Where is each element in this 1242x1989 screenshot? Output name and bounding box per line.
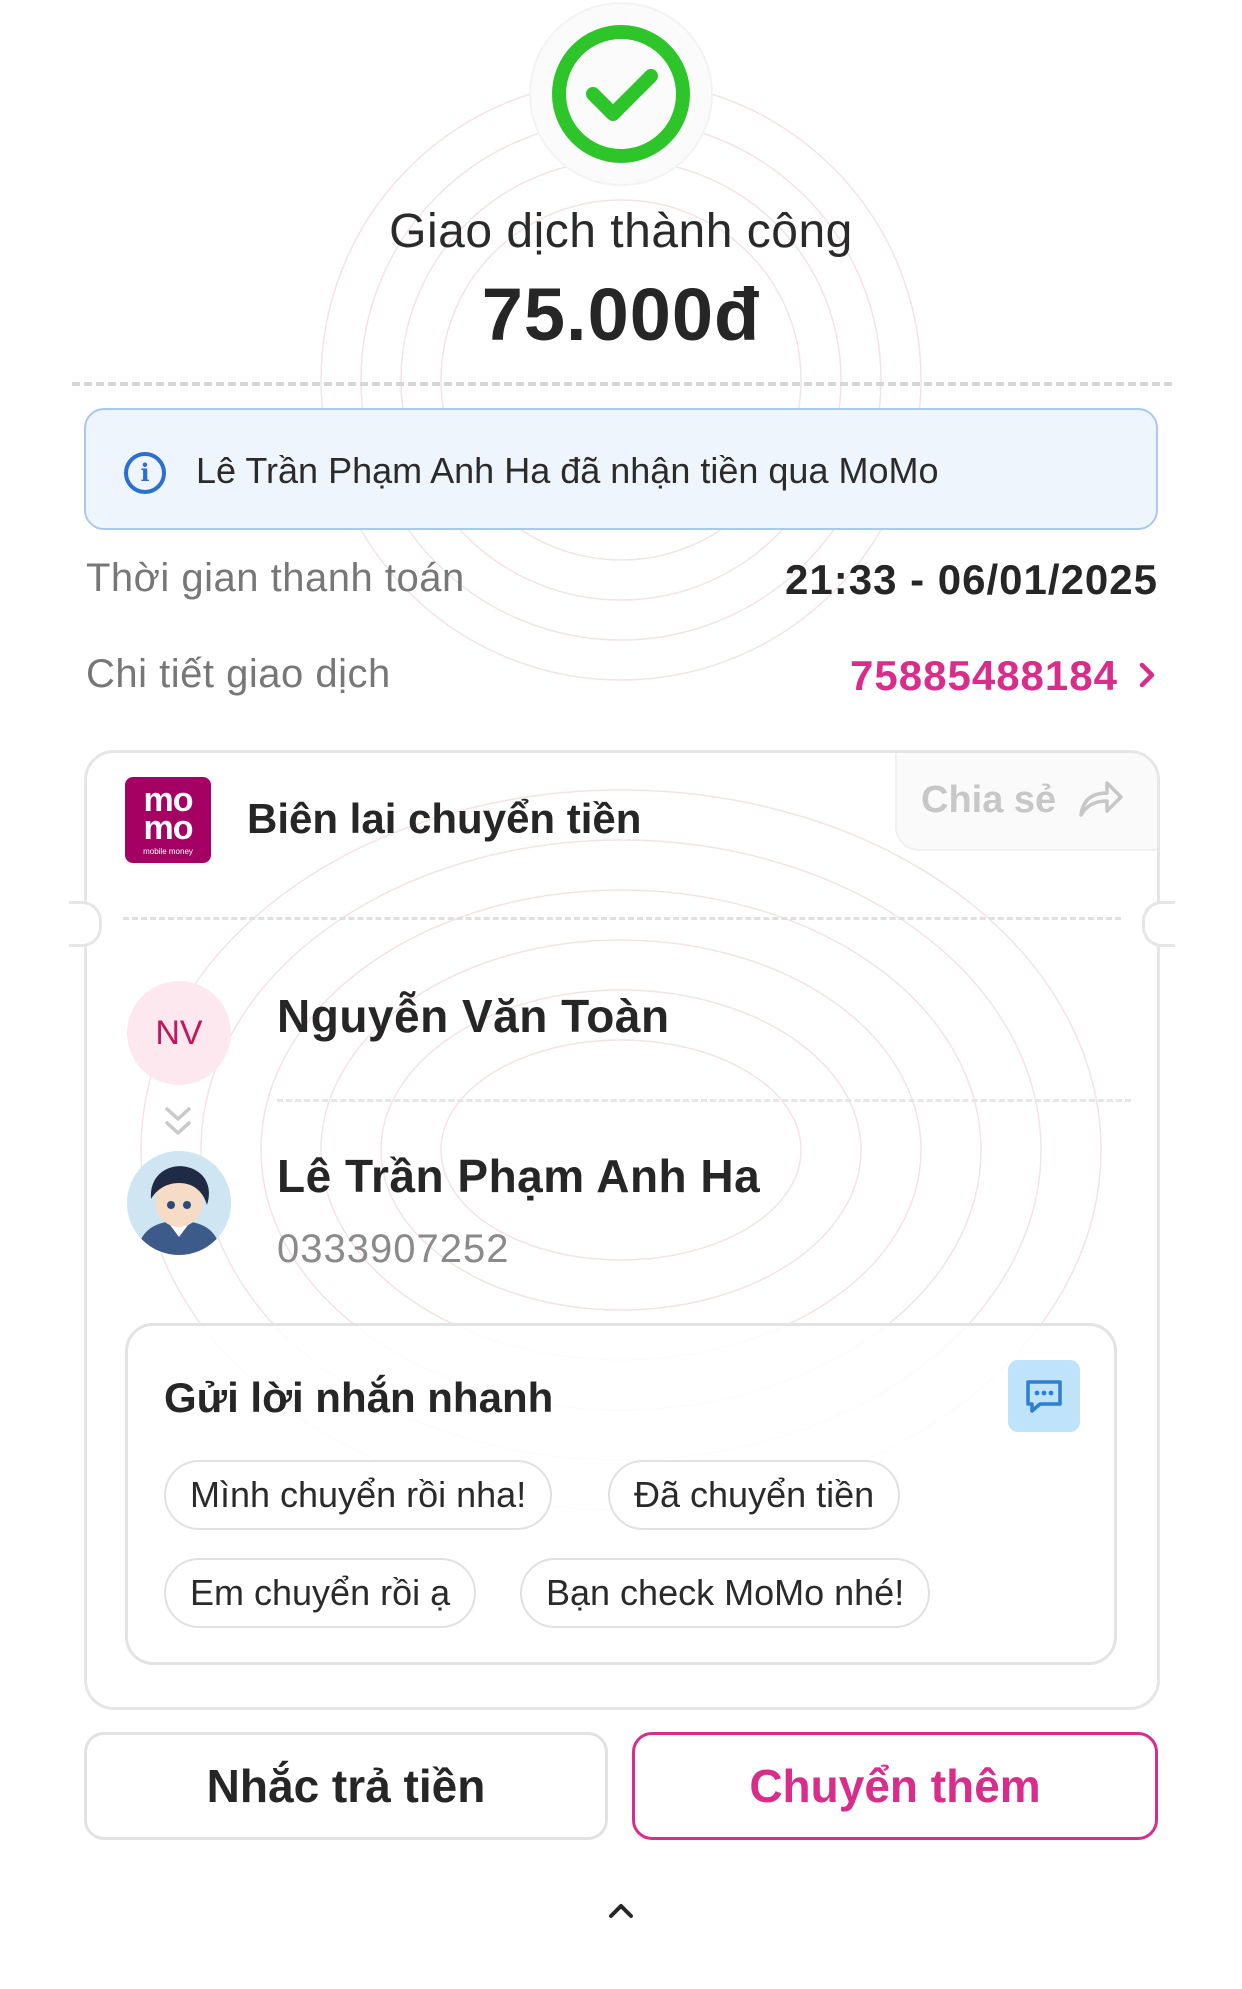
quick-message-chip[interactable]: Đã chuyển tiền: [608, 1460, 901, 1530]
momo-logo: mo mo mobile money: [125, 777, 211, 863]
info-banner: i Lê Trần Phạm Anh Ha đã nhận tiền qua M…: [84, 408, 1158, 530]
chevron-up-icon[interactable]: [606, 1900, 636, 1922]
payment-time-value: 21:33 - 06/01/2025: [785, 556, 1158, 603]
share-label: Chia sẻ: [921, 779, 1057, 821]
quick-message-chip[interactable]: Mình chuyển rồi nha!: [164, 1460, 553, 1530]
payment-time-label: Thời gian thanh toán: [86, 556, 465, 600]
sender-name: Nguyễn Văn Toàn: [277, 990, 670, 1042]
info-banner-text: Lê Trần Phạm Anh Ha đã nhận tiền qua MoM…: [196, 450, 939, 491]
share-arrow-icon: [1079, 781, 1123, 817]
receipt-title: Biên lai chuyển tiền: [247, 795, 642, 842]
quick-message-chip[interactable]: Bạn check MoMo nhé!: [520, 1558, 931, 1628]
divider: [72, 382, 1172, 386]
chevron-right-icon: [1118, 652, 1158, 700]
transaction-id-link[interactable]: 75885488184: [850, 652, 1158, 700]
receipt-notch-left: [69, 901, 102, 947]
transfer-receipt-card: mo mo mobile money Biên lai chuyển tiền …: [69, 750, 1175, 1710]
party-divider: [277, 1099, 1131, 1102]
receipt-notch-right: [1142, 901, 1175, 947]
transaction-id: 75885488184: [850, 652, 1118, 699]
quick-message-title: Gửi lời nhắn nhanh: [164, 1374, 554, 1421]
remind-payment-button[interactable]: Nhắc trả tiền: [84, 1732, 608, 1840]
share-button[interactable]: Chia sẻ: [895, 753, 1157, 851]
receipt-divider: [123, 917, 1121, 920]
check-circle-icon: [552, 25, 690, 163]
receiver-phone: 0333907252: [277, 1227, 510, 1271]
receiver-avatar: [127, 1151, 231, 1255]
double-chevron-down-icon: [165, 1107, 191, 1135]
chat-button[interactable]: [1008, 1360, 1080, 1432]
success-badge: [531, 4, 711, 184]
quick-message-panel: Gửi lời nhắn nhanh Mình chuyển rồi nha! …: [125, 1323, 1117, 1665]
transaction-status-title: Giao dịch thành công: [389, 205, 853, 258]
quick-message-chip[interactable]: Em chuyển rồi ạ: [164, 1558, 477, 1628]
sender-avatar: NV: [127, 981, 231, 1085]
transaction-amount: 75.000đ: [481, 273, 761, 356]
transaction-detail-label: Chi tiết giao dịch: [86, 652, 391, 696]
chat-bubble-icon: [1026, 1380, 1062, 1413]
receiver-name: Lê Trần Phạm Anh Ha: [277, 1150, 761, 1202]
receiver-avatar-image: [127, 1151, 231, 1255]
transfer-more-button[interactable]: Chuyển thêm: [632, 1732, 1158, 1840]
info-icon: i: [124, 452, 166, 494]
